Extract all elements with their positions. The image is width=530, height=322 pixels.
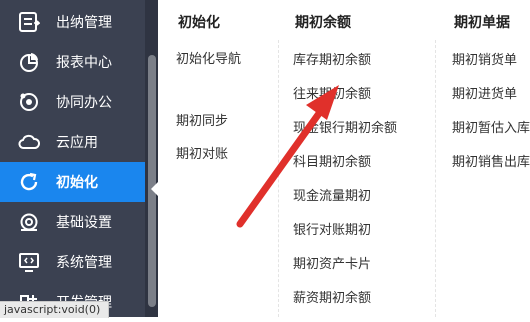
annotation-arrow [236,85,339,228]
status-bar: javascript:void(0) [0,301,110,318]
